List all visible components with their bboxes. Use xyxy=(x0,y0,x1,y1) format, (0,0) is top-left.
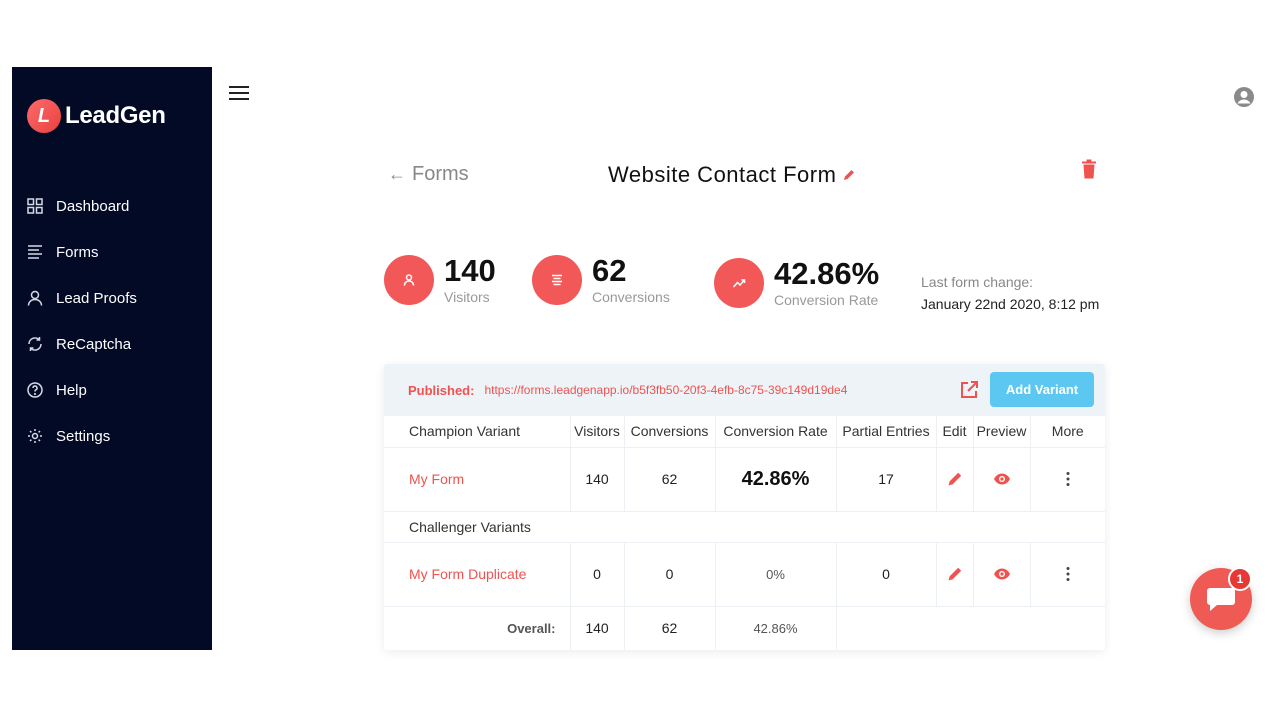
variant-name-link[interactable]: My Form Duplicate xyxy=(384,541,571,606)
sidebar-item-label: Forms xyxy=(56,243,99,261)
partial-entries-cell: 0 xyxy=(836,541,937,606)
sidebar-item-help[interactable]: Help xyxy=(12,367,212,413)
sidebar-item-label: Settings xyxy=(56,427,111,445)
conversions-cell: 62 xyxy=(624,605,716,650)
conversions-cell: 0 xyxy=(624,541,716,606)
arrow-left-icon: ← xyxy=(388,164,406,184)
more-vertical-icon[interactable] xyxy=(1059,470,1077,488)
pencil-icon[interactable] xyxy=(842,168,856,182)
last-change-value: January 22nd 2020, 8:12 pm xyxy=(921,296,1100,312)
pencil-icon[interactable] xyxy=(946,565,964,583)
conversions-cell: 62 xyxy=(624,446,716,511)
sidebar-item-label: Help xyxy=(56,381,87,399)
sidebar-item-dashboard[interactable]: Dashboard xyxy=(12,183,212,229)
preview-cell xyxy=(973,541,1031,606)
variant-name-link[interactable]: My Form xyxy=(384,446,571,511)
variants-card: Published: https://forms.leadgenapp.io/b… xyxy=(384,364,1105,650)
external-link-icon[interactable] xyxy=(959,380,979,400)
sidebar-item-label: Dashboard xyxy=(56,197,130,215)
visitor-icon xyxy=(384,255,434,305)
app-root: L LeadGen Dashboard Forms Lead Proofs Re… xyxy=(0,0,1280,720)
logo[interactable]: L LeadGen xyxy=(27,99,166,133)
column-header: Edit xyxy=(936,416,974,447)
rate-cell: 0% xyxy=(715,541,837,606)
sidebar-nav: Dashboard Forms Lead Proofs ReCaptcha He… xyxy=(12,183,212,459)
sidebar-item-lead-proofs[interactable]: Lead Proofs xyxy=(12,275,212,321)
rate-cell: 42.86% xyxy=(715,605,837,650)
grid-icon xyxy=(26,197,44,215)
chat-unread-badge: 1 xyxy=(1228,567,1252,591)
page-title: Website Contact Form xyxy=(608,162,856,188)
sidebar-item-forms[interactable]: Forms xyxy=(12,229,212,275)
rate-label: Conversion Rate xyxy=(774,292,879,308)
eye-icon[interactable] xyxy=(993,565,1011,583)
help-icon xyxy=(26,381,44,399)
stat-conversion-rate: 42.86% Conversion Rate xyxy=(714,258,879,308)
last-form-change: Last form change: January 22nd 2020, 8:1… xyxy=(921,274,1099,312)
overall-empty-cell xyxy=(836,605,1105,650)
stat-visitors: 140 Visitors xyxy=(384,255,496,305)
user-icon xyxy=(26,289,44,307)
logo-text: LeadGen xyxy=(65,102,166,129)
visitors-cell: 0 xyxy=(570,541,625,606)
sidebar-item-settings[interactable]: Settings xyxy=(12,413,212,459)
visitors-cell: 140 xyxy=(570,605,625,650)
sidebar-item-label: ReCaptcha xyxy=(56,335,132,353)
column-header: Partial Entries xyxy=(836,416,937,447)
rate-value: 42.86% xyxy=(774,256,880,291)
list-icon xyxy=(26,243,44,261)
table-header-row: Champion Variant Visitors Conversions Co… xyxy=(384,416,1105,447)
published-label: Published: xyxy=(408,382,475,398)
table-row-challenger: My Form Duplicate 0 0 0% 0 xyxy=(384,541,1105,606)
back-to-forms-link[interactable]: ← Forms xyxy=(388,163,469,186)
menu-toggle-icon[interactable] xyxy=(229,86,249,102)
account-icon[interactable] xyxy=(1233,86,1255,108)
gear-icon xyxy=(26,427,44,445)
preview-cell xyxy=(973,446,1031,511)
page-title-text: Website Contact Form xyxy=(608,162,837,187)
variants-table: Champion Variant Visitors Conversions Co… xyxy=(384,416,1105,650)
column-header: Conversions xyxy=(624,416,716,447)
column-header: Champion Variant xyxy=(384,416,571,447)
more-cell xyxy=(1030,446,1105,511)
conversions-value: 62 xyxy=(592,253,627,288)
column-header: More xyxy=(1051,423,1084,440)
column-header: Visitors xyxy=(570,416,625,447)
challenger-section-row: Challenger Variants xyxy=(384,510,1105,542)
trash-icon[interactable] xyxy=(1080,159,1098,179)
chat-icon xyxy=(1207,588,1235,611)
more-cell xyxy=(1030,541,1105,606)
refresh-icon xyxy=(26,335,44,353)
column-header: Preview xyxy=(973,416,1031,447)
sidebar: L LeadGen Dashboard Forms Lead Proofs Re… xyxy=(12,67,212,650)
sidebar-item-label: Lead Proofs xyxy=(56,289,137,307)
table-row-overall: Overall: 140 62 42.86% xyxy=(384,605,1105,650)
visitors-cell: 140 xyxy=(570,446,625,511)
table-row-champion: My Form 140 62 42.86% 17 xyxy=(384,446,1105,511)
back-label: Forms xyxy=(412,163,469,185)
challenger-heading: Challenger Variants xyxy=(384,510,1105,542)
stat-conversions: 62 Conversions xyxy=(532,255,670,305)
overall-label: Overall: xyxy=(384,605,571,650)
rate-cell: 42.86% xyxy=(715,446,837,511)
visitors-label: Visitors xyxy=(444,289,490,305)
trending-up-icon xyxy=(714,258,764,308)
pencil-icon[interactable] xyxy=(946,470,964,488)
last-change-label: Last form change: xyxy=(921,274,1034,290)
published-url-link[interactable]: https://forms.leadgenapp.io/b5f3fb50-20f… xyxy=(484,383,847,397)
partial-entries-cell: 17 xyxy=(836,446,937,511)
published-bar: Published: https://forms.leadgenapp.io/b… xyxy=(384,364,1105,416)
column-header: Conversion Rate xyxy=(715,416,837,447)
conversions-label: Conversions xyxy=(592,289,670,305)
eye-icon[interactable] xyxy=(993,470,1011,488)
list-icon xyxy=(532,255,582,305)
add-variant-button[interactable]: Add Variant xyxy=(990,372,1094,407)
more-vertical-icon[interactable] xyxy=(1059,565,1077,583)
edit-cell xyxy=(936,541,974,606)
edit-cell xyxy=(936,446,974,511)
sidebar-item-recaptcha[interactable]: ReCaptcha xyxy=(12,321,212,367)
logo-mark: L xyxy=(27,99,61,133)
visitors-value: 140 xyxy=(444,253,496,288)
